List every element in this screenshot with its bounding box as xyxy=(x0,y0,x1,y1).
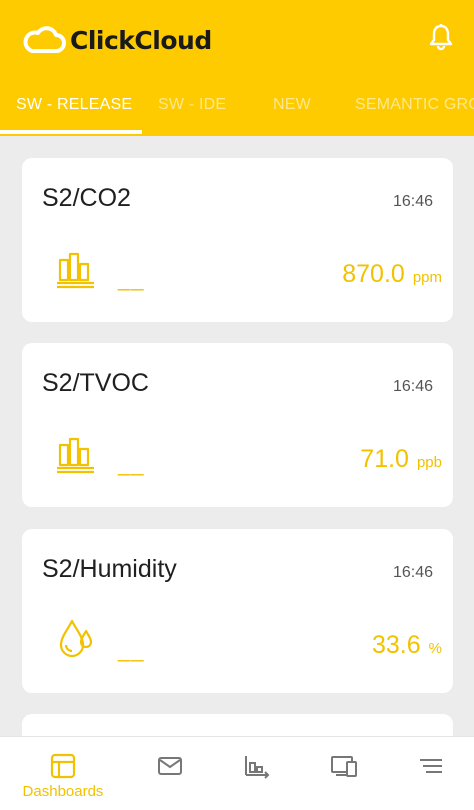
bar-timeline-icon xyxy=(245,756,270,779)
bar-chart-icon xyxy=(57,252,94,289)
card-title: S2/CO2 xyxy=(42,184,131,212)
tab-semantic-gro[interactable]: SEMANTIC GRO xyxy=(355,82,474,136)
app-header: ClickCloud SW - RELEASE SW - IDE NEW SEM… xyxy=(0,0,474,136)
tab-sw-ide[interactable]: SW - IDE xyxy=(158,82,226,136)
app-logo: ClickCloud xyxy=(22,20,212,60)
nav-dashboards[interactable]: Dashboards xyxy=(18,737,108,810)
tab-sw-release[interactable]: SW - RELEASE xyxy=(16,82,132,136)
card-timestamp: 16:46 xyxy=(392,564,433,581)
card-title: S2/TVOC xyxy=(42,369,149,397)
reading-unit: % xyxy=(428,640,442,657)
bottom-navigation: Dashboards xyxy=(0,736,474,810)
card-trend-placeholder: __ xyxy=(118,451,145,476)
sensor-card-co2[interactable]: S2/CO2 16:46 __ 870.0 ppm xyxy=(22,158,453,322)
reading-unit: ppm xyxy=(412,269,442,286)
card-timestamp: 16:46 xyxy=(392,193,433,210)
reading-unit: ppb xyxy=(416,454,442,471)
sensor-card-tvoc[interactable]: S2/TVOC 16:46 __ 71.0 ppb xyxy=(22,343,453,507)
card-trend-placeholder: __ xyxy=(118,266,145,291)
nav-messages[interactable] xyxy=(125,737,215,810)
card-timestamp: 16:46 xyxy=(392,378,433,395)
cloud-icon xyxy=(23,26,66,53)
card-reading: 870.0 ppm xyxy=(342,260,442,289)
card-reading: 71.0 ppb xyxy=(360,445,442,474)
bar-chart-icon xyxy=(57,437,94,474)
reading-value: 870.0 xyxy=(342,260,405,288)
reading-value: 33.6 xyxy=(371,631,421,659)
nav-timeline[interactable] xyxy=(212,737,302,810)
tab-new[interactable]: NEW xyxy=(273,82,311,136)
card-reading: 33.6% xyxy=(372,631,442,660)
devices-icon xyxy=(331,756,357,777)
app-name: ClickCloud xyxy=(70,25,212,55)
active-tab-indicator xyxy=(0,130,142,134)
water-drops-icon xyxy=(59,619,93,658)
card-title: S2/Humidity xyxy=(42,555,177,583)
dashboard-icon xyxy=(50,753,76,779)
nav-devices[interactable] xyxy=(299,737,389,810)
tab-bar: SW - RELEASE SW - IDE NEW SEMANTIC GRO xyxy=(0,82,474,136)
mail-icon xyxy=(158,757,182,775)
nav-label: Dashboards xyxy=(22,783,104,800)
sensor-card-humidity[interactable]: S2/Humidity 16:46 __ 33.6% xyxy=(22,529,453,693)
menu-icon xyxy=(420,759,442,773)
bell-icon[interactable] xyxy=(426,22,456,52)
card-trend-placeholder: __ xyxy=(118,637,145,662)
reading-value: 71.0 xyxy=(360,445,409,473)
nav-menu[interactable] xyxy=(386,737,474,810)
